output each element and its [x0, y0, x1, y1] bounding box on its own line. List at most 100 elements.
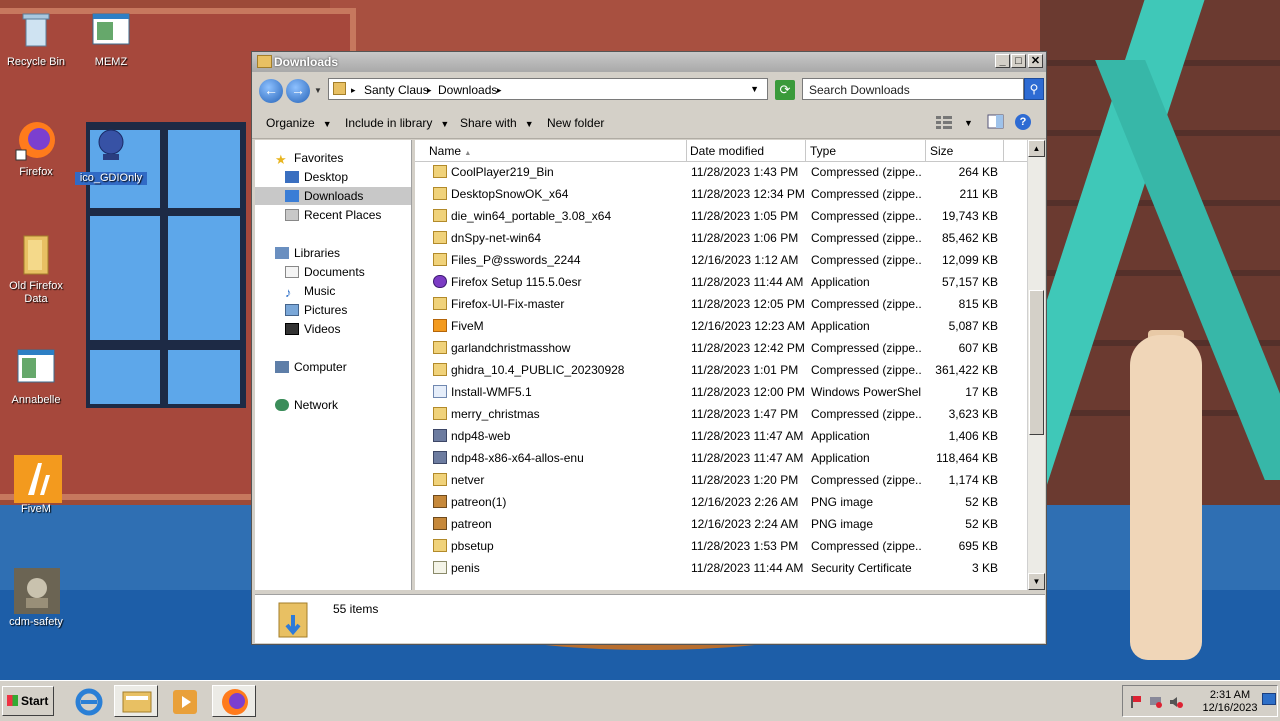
column-size[interactable]: Size: [930, 144, 953, 158]
refresh-icon[interactable]: ⟳: [775, 80, 795, 100]
action-center-flag-icon[interactable]: [1129, 695, 1143, 709]
nav-documents[interactable]: Documents: [285, 263, 365, 281]
file-type: PNG image: [811, 517, 874, 531]
breadcrumb-santy-claus[interactable]: Santy Claus: [364, 83, 429, 97]
nav-recent-places[interactable]: Recent Places: [285, 206, 381, 224]
chevron-right-icon[interactable]: ▸: [427, 85, 432, 96]
desktop-icon-fivem[interactable]: FiveM: [0, 455, 72, 516]
start-button[interactable]: Start: [2, 686, 54, 716]
maximize-button[interactable]: □: [1011, 54, 1026, 68]
scroll-up-arrow-icon[interactable]: ▲: [1028, 140, 1045, 157]
file-size: 118,464 KB: [936, 451, 998, 465]
breadcrumb-downloads[interactable]: Downloads: [438, 83, 497, 97]
nav-pictures[interactable]: Pictures: [285, 301, 347, 319]
organize-button[interactable]: Organize ▼: [266, 116, 332, 130]
nav-videos[interactable]: Videos: [285, 320, 340, 338]
column-date-modified[interactable]: Date modified: [690, 144, 764, 158]
clock-time: 2:31 AM: [1209, 689, 1251, 701]
desktop-icon-annabelle[interactable]: Annabelle: [0, 346, 72, 407]
file-date-modified: 11/28/2023 1:53 PM: [691, 539, 799, 553]
file-date-modified: 11/28/2023 12:42 PM: [691, 341, 805, 355]
desktop-icon-old-firefox-data[interactable]: Old Firefox Data: [0, 232, 72, 306]
file-size: 57,157 KB: [941, 275, 998, 289]
vertical-scrollbar[interactable]: ▲ ▼: [1027, 140, 1045, 590]
file-size: 264 KB: [958, 165, 998, 179]
volume-muted-icon[interactable]: [1169, 695, 1183, 709]
nav-desktop[interactable]: Desktop: [285, 168, 348, 186]
file-row[interactable]: Files_P@sswords_2244 12/16/2023 1:12 AM Co…: [415, 249, 1027, 271]
desktop-icon-firefox[interactable]: Firefox: [0, 118, 72, 179]
nav-downloads[interactable]: Downloads: [255, 187, 411, 205]
minimize-button[interactable]: _: [995, 54, 1010, 68]
desktop-icon-label: cdm-safety: [9, 616, 63, 628]
nav-favorites[interactable]: ★ Favorites: [275, 149, 343, 167]
preview-pane-icon[interactable]: [987, 114, 1005, 130]
file-row[interactable]: patreon 12/16/2023 2:24 AM PNG image 52 KB: [415, 513, 1027, 535]
file-list: christmastaskbar11/28/2023 12:42 PMCompr…: [415, 140, 1045, 590]
file-row[interactable]: Install-WMF5.1 11/28/2023 12:00 PM Windows…: [415, 381, 1027, 403]
view-options-icon[interactable]: [935, 114, 953, 130]
forward-arrow-icon[interactable]: →: [286, 79, 310, 103]
new-folder-button[interactable]: New folder: [547, 116, 604, 130]
address-bar[interactable]: ▸ Santy Claus ▸ Downloads ▸ ▼: [328, 78, 768, 100]
file-row[interactable]: netver 11/28/2023 1:20 PM Compressed (zipp…: [415, 469, 1027, 491]
column-name[interactable]: Name ▲: [429, 144, 471, 158]
downloads-folder-icon: [275, 601, 311, 638]
scroll-down-arrow-icon[interactable]: ▼: [1028, 573, 1045, 590]
nav-label: Recent Places: [304, 208, 382, 222]
network-disconnected-icon[interactable]: [1149, 695, 1163, 709]
recent-pages-chevron-icon[interactable]: ▼: [314, 86, 322, 95]
file-row[interactable]: ndp48-x86-x64-allos-enu 11/28/2023 11:47 …: [415, 447, 1027, 469]
help-icon[interactable]: ?: [1015, 114, 1031, 130]
chevron-down-icon[interactable]: ▼: [750, 84, 759, 94]
file-date-modified: 11/28/2023 11:47 AM: [691, 451, 804, 465]
desktop-icon-ico-gdionly[interactable]: ico_GDIOnly: [75, 124, 147, 185]
folder-icon: [14, 232, 58, 276]
file-row[interactable]: patreon(1) 12/16/2023 2:26 AM PNG image 52 …: [415, 491, 1027, 513]
desktop-icon-recycle-bin[interactable]: Recycle Bin: [0, 8, 72, 69]
share-with-button[interactable]: Share with ▼: [460, 116, 534, 130]
search-input[interactable]: Search Downloads: [802, 78, 1024, 100]
nav-music[interactable]: ♪ Music: [285, 282, 335, 300]
file-row[interactable]: ghidra_10.4_PUBLIC_20230928 11/28/2023 1:…: [415, 359, 1027, 381]
chevron-right-icon[interactable]: ▸: [497, 85, 502, 96]
file-row[interactable]: ndp48-web 11/28/2023 11:47 AM Application 1…: [415, 425, 1027, 447]
taskbar-firefox[interactable]: [212, 685, 256, 717]
search-icon[interactable]: ⚲: [1024, 78, 1044, 100]
file-row[interactable]: Firefox Setup 115.5.0esr 11/28/2023 11:44…: [415, 271, 1027, 293]
folder-icon: [257, 55, 272, 68]
file-row[interactable]: CoolPlayer219_Bin 11/28/2023 1:43 PM Compr…: [415, 161, 1027, 183]
file-size: 3 KB: [971, 561, 998, 575]
file-row[interactable]: dnSpy-net-win64 11/28/2023 1:06 PM Compres…: [415, 227, 1027, 249]
scrollbar-thumb[interactable]: [1029, 290, 1044, 435]
file-row[interactable]: DesktopSnowOK_x64 11/28/2023 12:34 PM Comp…: [415, 183, 1027, 205]
desktop-icon-memz[interactable]: MEMZ: [75, 8, 147, 69]
file-row[interactable]: pbsetup 11/28/2023 1:53 PM Compressed (zip…: [415, 535, 1027, 557]
taskbar-internet-explorer[interactable]: [66, 685, 110, 717]
file-row[interactable]: garlandchristmasshow 11/28/2023 12:42 PM C…: [415, 337, 1027, 359]
file-row[interactable]: Firefox-UI-Fix-master 11/28/2023 12:05 PM…: [415, 293, 1027, 315]
file-row[interactable]: die_win64_portable_3.08_x64 11/28/2023 1:…: [415, 205, 1027, 227]
column-type[interactable]: Type: [810, 144, 836, 158]
chevron-right-icon[interactable]: ▸: [351, 85, 356, 96]
nav-libraries[interactable]: Libraries: [275, 244, 340, 262]
close-button[interactable]: ✕: [1028, 54, 1043, 68]
zip-folder-icon: [433, 297, 447, 310]
file-date-modified: 11/28/2023 1:05 PM: [691, 209, 799, 223]
file-row[interactable]: FiveM 12/16/2023 12:23 AM Application 5,087…: [415, 315, 1027, 337]
chevron-down-icon[interactable]: ▼: [964, 118, 973, 128]
back-arrow-icon[interactable]: ←: [259, 79, 283, 103]
desktop-icon-cdm-safety[interactable]: cdm-safety: [0, 568, 72, 629]
file-row[interactable]: merry_christmas 11/28/2023 1:47 PM Compres…: [415, 403, 1027, 425]
show-desktop-icon[interactable]: [1262, 693, 1276, 705]
taskbar-windows-explorer[interactable]: [114, 685, 158, 717]
file-row[interactable]: penis 11/28/2023 11:44 AM Security Certifi…: [415, 557, 1027, 579]
nav-computer[interactable]: Computer: [275, 358, 347, 376]
include-in-library-button[interactable]: Include in library ▼: [345, 116, 449, 130]
sort-ascending-icon: ▲: [464, 150, 472, 157]
window-titlebar[interactable]: Downloads _ □ ✕: [252, 52, 1046, 72]
clock[interactable]: 2:31 AM 12/16/2023: [1195, 689, 1265, 715]
powershell-script-icon: [433, 385, 447, 398]
taskbar-media-player[interactable]: [162, 685, 206, 717]
nav-network[interactable]: Network: [275, 396, 338, 414]
